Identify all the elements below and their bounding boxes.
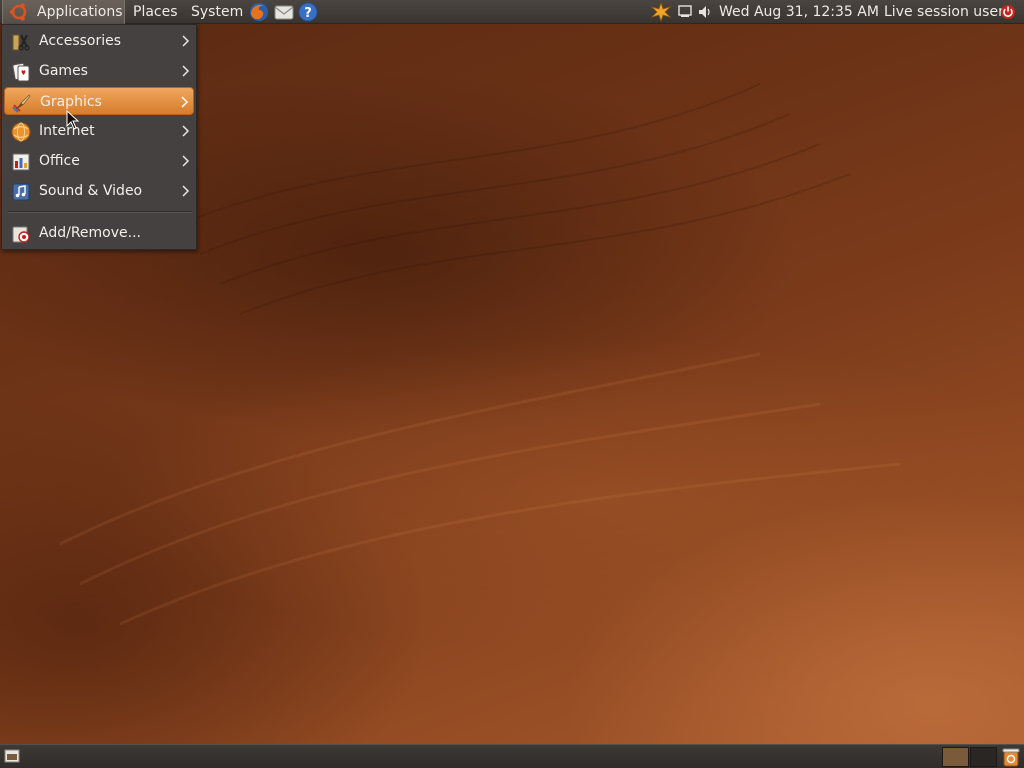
chevron-right-icon bbox=[182, 65, 190, 77]
menu-item-graphics[interactable]: Graphics bbox=[4, 87, 194, 115]
applications-menu-label: Applications bbox=[37, 4, 123, 20]
bottom-panel bbox=[0, 744, 1024, 768]
power-icon[interactable] bbox=[1000, 3, 1016, 21]
update-notifier-icon[interactable] bbox=[651, 3, 671, 21]
applications-menu: Accessories Games Graphics Internet Offi… bbox=[1, 24, 197, 250]
menu-item-games[interactable]: Games bbox=[4, 57, 194, 85]
chevron-right-icon bbox=[181, 96, 189, 108]
trash-icon[interactable] bbox=[1001, 747, 1021, 767]
network-icon[interactable] bbox=[677, 3, 693, 21]
menu-separator bbox=[8, 211, 192, 213]
menu-item-label: Sound & Video bbox=[39, 183, 143, 199]
add-remove-icon bbox=[12, 226, 30, 243]
applications-menu-button[interactable]: Applications bbox=[2, 0, 125, 24]
places-menu-label: Places bbox=[133, 4, 178, 20]
mouse-cursor-icon bbox=[66, 110, 80, 130]
menu-item-sound-video[interactable]: Sound & Video bbox=[4, 177, 194, 205]
workspace-2[interactable] bbox=[970, 747, 997, 767]
chevron-right-icon bbox=[182, 155, 190, 167]
system-menu-label: System bbox=[191, 4, 244, 20]
menu-item-label: Games bbox=[39, 63, 88, 79]
chevron-right-icon bbox=[182, 35, 190, 47]
menu-item-accessories[interactable]: Accessories bbox=[4, 27, 194, 55]
chevron-right-icon bbox=[182, 185, 190, 197]
games-icon bbox=[12, 62, 30, 82]
firefox-icon[interactable] bbox=[249, 2, 269, 22]
show-desktop-icon[interactable] bbox=[4, 749, 20, 764]
menu-item-label: Add/Remove... bbox=[39, 225, 141, 241]
menu-item-add-remove[interactable]: Add/Remove... bbox=[4, 219, 194, 247]
chevron-right-icon bbox=[182, 125, 190, 137]
top-panel: Applications Places System ? Wed Aug 31,… bbox=[0, 0, 1024, 24]
help-icon[interactable]: ? bbox=[298, 2, 318, 22]
sound-video-icon bbox=[12, 183, 30, 201]
workspace-1[interactable] bbox=[942, 747, 969, 767]
ubuntu-logo-icon bbox=[9, 3, 27, 21]
volume-icon[interactable] bbox=[698, 3, 712, 21]
mail-icon[interactable] bbox=[274, 2, 294, 22]
internet-icon bbox=[11, 122, 31, 142]
menu-item-internet[interactable]: Internet bbox=[4, 117, 194, 145]
graphics-icon bbox=[12, 94, 31, 113]
user-switcher[interactable]: Live session user bbox=[884, 0, 1004, 24]
menu-item-label: Office bbox=[39, 153, 80, 169]
menu-item-label: Accessories bbox=[39, 33, 122, 49]
clock[interactable]: Wed Aug 31, 12:35 AM bbox=[719, 0, 879, 24]
office-icon bbox=[12, 153, 30, 171]
svg-text:?: ? bbox=[304, 6, 312, 21]
menu-item-office[interactable]: Office bbox=[4, 147, 194, 175]
system-menu-button[interactable]: System bbox=[183, 0, 251, 24]
places-menu-button[interactable]: Places bbox=[125, 0, 186, 24]
accessories-icon bbox=[12, 34, 30, 51]
